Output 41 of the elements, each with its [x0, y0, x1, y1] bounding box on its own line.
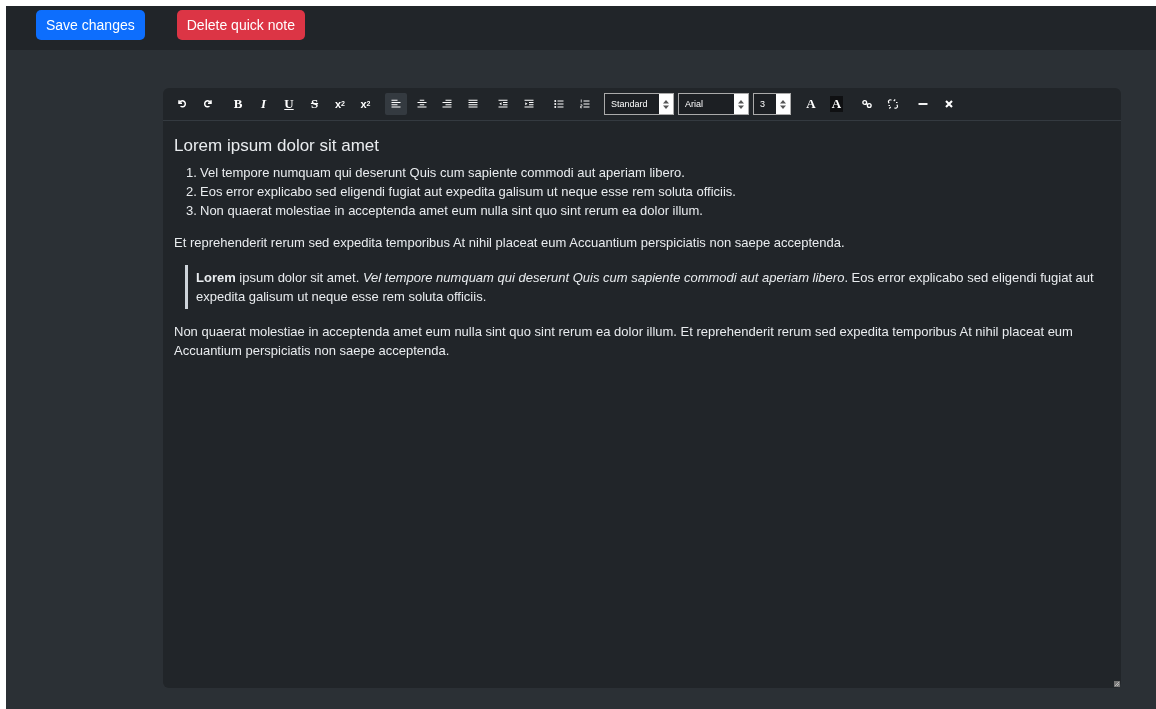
spinner-arrows-icon: [738, 99, 744, 109]
link-icon: [861, 98, 873, 110]
text-editor[interactable]: [163, 88, 1121, 688]
superscript-button[interactable]: x$^{2}$: [354, 93, 377, 115]
delete-button[interactable]: Delete quick note: [176, 10, 305, 40]
align-right-icon: [441, 98, 453, 110]
font-color-button[interactable]: A: [800, 93, 822, 115]
undo-icon: [176, 98, 188, 110]
indent-icon: [522, 98, 535, 110]
paragraph: Non quaerat molestiae in acceptenda amet eum nulla sint quo sint rerum ea dolor illum. Et reprehenderit rerum sed expedita temporibus At nihil placeat eum Accuantium perspiciatis non saepe acceptenda.: [174, 323, 1074, 360]
resize-handle-icon[interactable]: [1114, 681, 1120, 687]
strikethrough-button[interactable]: S: [303, 93, 326, 115]
quote-text: Lorem ipsum dolor sit amet. Vel tempore numquam qui deserunt Quis cum sapiente commodi aut aperiam libero. Eos error explicabo sed eligendi fugiat aut expedita galisum ut neque esse rem soluta officiis.: [196, 269, 1095, 306]
close-icon: [942, 98, 955, 110]
align-left-icon: [390, 98, 402, 110]
outdent-icon: [497, 98, 509, 110]
list-number: 2.: [186, 183, 198, 201]
redo-icon: [201, 98, 214, 110]
list-number: 3.: [186, 202, 198, 220]
note-heading: Lorem ipsum dolor sit amet: [174, 135, 381, 157]
spinner-arrows-icon: [663, 99, 669, 109]
list-item-text: Vel tempore numquam qui deserunt Quis cum sapiente commodi aut aperiam libero.: [200, 164, 685, 182]
dropdown[interactable]: Arial: [678, 93, 749, 115]
list-item-text: Eos error explicabo sed eligendi fugiat aut expedita galisum ut neque esse rem soluta officiis.: [200, 183, 736, 201]
dropdown[interactable]: 3: [753, 93, 791, 115]
dropdown[interactable]: Standard: [604, 93, 674, 115]
align-center-icon: [415, 98, 428, 110]
bold-button[interactable]: B: [227, 93, 249, 115]
align-left-button[interactable]: [385, 93, 407, 115]
spinner-arrows-icon: [780, 99, 786, 109]
bullet-list-icon: [553, 98, 565, 110]
numbered-list-icon: [578, 98, 591, 110]
save-button[interactable]: Save changes: [36, 10, 145, 40]
italic-button[interactable]: I: [252, 93, 275, 115]
broken-link-icon: [886, 98, 899, 110]
list-item-text: Non quaerat molestiae in acceptenda amet eum nulla sint quo sint rerum ea dolor illum.: [200, 202, 703, 220]
list-number: 1.: [186, 164, 198, 182]
paragraph: Et reprehenderit rerum sed expedita temporibus At nihil placeat eum Accuantium perspiciatis non saepe acceptenda.: [174, 234, 846, 252]
underline-button[interactable]: U: [278, 93, 300, 115]
justify-icon: [466, 98, 479, 110]
highlight-button[interactable]: A: [825, 93, 848, 115]
